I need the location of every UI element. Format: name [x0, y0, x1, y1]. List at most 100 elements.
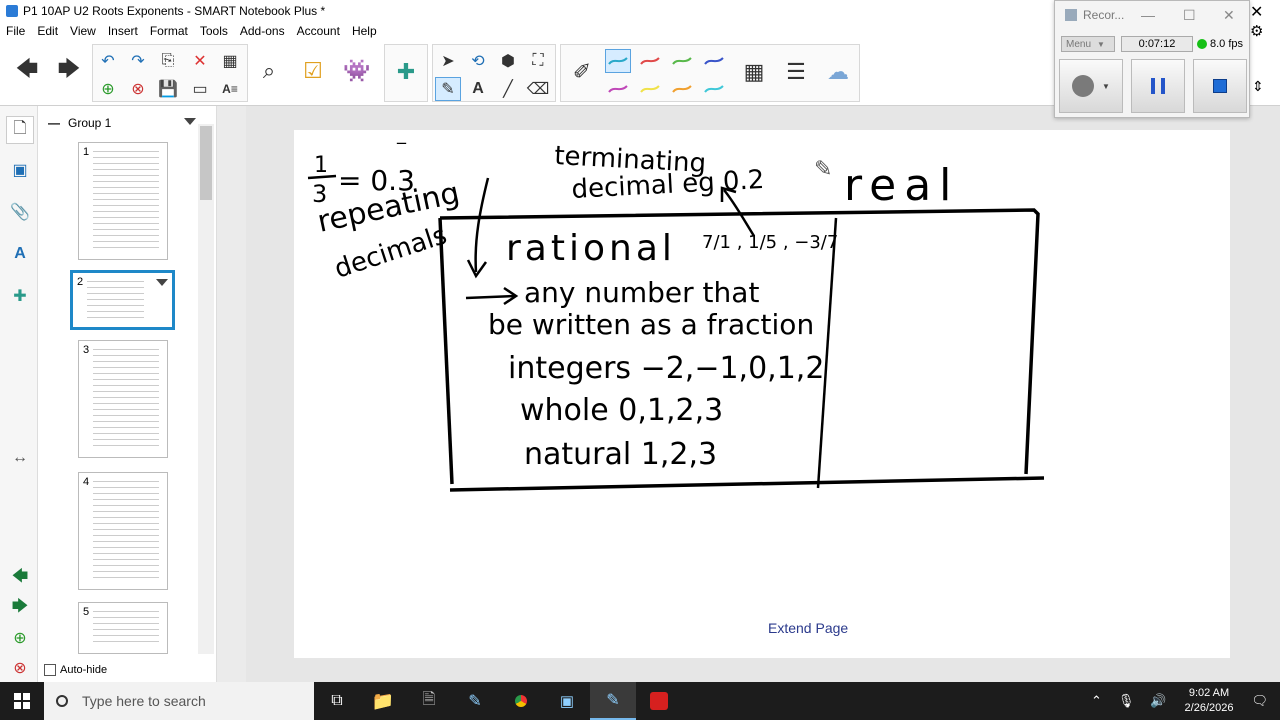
volume-icon[interactable]: 🔊 — [1150, 693, 1166, 709]
page-thumbnail-3[interactable]: 3 — [78, 340, 168, 458]
pause-button[interactable] — [1131, 59, 1185, 113]
menu-view[interactable]: View — [70, 24, 96, 38]
pen-color-orange-icon[interactable] — [669, 77, 695, 101]
notebook-page[interactable]: 1 3 = 0.3 ‾ repeating decimals terminati… — [294, 130, 1230, 658]
ink-integers: integers −2,−1,0,1,2 — [508, 351, 824, 386]
page-sorter-tab-icon[interactable]: 🗋 — [6, 116, 34, 144]
menu-tools[interactable]: Tools — [200, 24, 228, 38]
microphone-icon[interactable]: 🎙 — [1118, 693, 1135, 709]
menu-format[interactable]: Format — [150, 24, 188, 38]
collapse-group-icon[interactable]: — — [48, 116, 60, 130]
delete-icon[interactable]: ✕ — [187, 49, 213, 73]
table-icon[interactable]: ▦ — [217, 49, 243, 73]
document-app-icon[interactable]: 🗎 — [406, 682, 452, 720]
pen-color-magenta-icon[interactable] — [605, 77, 631, 101]
fill-effects-icon[interactable]: ☁ — [821, 47, 855, 97]
move-sidebar-icon[interactable]: ↔ — [6, 444, 34, 472]
extend-page-link[interactable]: Extend Page — [768, 620, 848, 636]
pen-color-yellow-icon[interactable] — [637, 77, 663, 101]
fill-icon[interactable]: ⛶ — [525, 49, 551, 73]
pens-tool-icon[interactable]: ✎ — [435, 77, 461, 101]
settings-gear-icon[interactable]: ⚙ — [1250, 22, 1263, 40]
add-page-icon[interactable]: ⊕ — [95, 77, 121, 101]
previous-page-arrow-icon[interactable]: 🡄 — [10, 46, 44, 96]
menu-help[interactable]: Help — [352, 24, 377, 38]
save-icon[interactable]: 💾 — [155, 77, 181, 101]
acrobat-icon[interactable] — [636, 682, 682, 720]
page-group-header[interactable]: — Group 1 — [48, 114, 198, 132]
file-explorer-icon[interactable]: 📁 — [360, 682, 406, 720]
recorder-menu-dropdown[interactable]: Menu ▼ — [1061, 36, 1115, 52]
pen-color-green-icon[interactable] — [669, 49, 695, 73]
group-menu-arrow-icon[interactable] — [184, 118, 196, 125]
recorder-app-taskbar-icon[interactable]: ▣ — [544, 682, 590, 720]
page-thumbnail-5[interactable]: 5 — [78, 602, 168, 654]
screen-shade-icon[interactable]: ▭ — [187, 77, 213, 101]
page-thumbnail-4[interactable]: 4 — [78, 472, 168, 590]
maximize-icon[interactable]: ☐ — [1183, 7, 1196, 24]
notebook-app-icon[interactable]: ✎ — [452, 682, 498, 720]
chrome-icon[interactable] — [498, 682, 544, 720]
record-button[interactable]: ▼ — [1059, 59, 1123, 113]
record-options-arrow-icon[interactable]: ▼ — [1102, 82, 1110, 91]
menu-account[interactable]: Account — [297, 24, 340, 38]
add-ons-tab-icon[interactable]: ✚ — [6, 282, 34, 310]
pen-color-blue-icon[interactable] — [701, 49, 727, 73]
eraser-icon[interactable]: ⌫ — [525, 77, 551, 101]
properties-tab-icon[interactable]: A — [6, 240, 34, 268]
add-page-side-icon[interactable]: ⊕ — [6, 624, 34, 652]
toolbar-expand-icon[interactable]: ⇕ — [1252, 78, 1264, 95]
task-view-icon[interactable]: ⧉ — [314, 682, 360, 720]
redo-icon[interactable]: ↷ — [125, 49, 151, 73]
sidebar-resize-handle[interactable] — [216, 106, 246, 682]
color-palette-icon[interactable]: ▦ — [737, 47, 771, 97]
text-properties-icon[interactable]: A≡ — [217, 77, 243, 101]
pen-type-icon[interactable]: ✐ — [565, 47, 599, 97]
system-clock[interactable]: 9:02 AM 2/26/2026 — [1185, 686, 1234, 716]
pen-color-aqua-icon[interactable] — [701, 77, 727, 101]
thumbnail-menu-arrow-icon[interactable] — [156, 279, 168, 286]
magic-pen-icon[interactable]: ⟲ — [465, 49, 491, 73]
auto-hide-option[interactable]: Auto-hide — [44, 664, 107, 676]
gallery-tab-icon[interactable]: ▣ — [6, 156, 34, 184]
next-page-icon[interactable]: 🡆 — [6, 594, 34, 622]
text-tool-icon[interactable]: A — [465, 77, 491, 101]
attachments-tab-icon[interactable]: 📎 — [6, 198, 34, 226]
start-button[interactable] — [0, 682, 44, 720]
menu-edit[interactable]: Edit — [37, 24, 58, 38]
activity-builder-icon[interactable]: 👾 — [340, 46, 374, 96]
search-placeholder: Type here to search — [82, 693, 206, 709]
next-page-arrow-icon[interactable]: 🡆 — [52, 46, 86, 96]
delete-page-icon[interactable]: ⊗ — [125, 77, 151, 101]
show-hidden-icons-icon[interactable]: ⌃ — [1091, 693, 1102, 709]
paste-icon[interactable]: ⎘ — [155, 49, 181, 73]
pen-color-red-icon[interactable] — [637, 49, 663, 73]
page-thumbnail-2[interactable]: 2 — [70, 270, 175, 330]
select-pointer-icon[interactable]: ➤ — [435, 49, 461, 73]
line-style-icon[interactable]: ☰ — [779, 47, 813, 97]
scrollbar-thumb[interactable] — [200, 126, 212, 200]
stop-button[interactable] — [1193, 59, 1247, 113]
menu-insert[interactable]: Insert — [108, 24, 138, 38]
window-close-icon[interactable]: ✕ — [1250, 2, 1263, 22]
line-tool-icon[interactable]: ╱ — [495, 77, 521, 101]
previous-page-icon[interactable]: 🡄 — [6, 564, 34, 592]
menu-file[interactable]: File — [6, 24, 25, 38]
sidebar-scrollbar[interactable] — [198, 124, 214, 654]
minimize-icon[interactable]: — — [1141, 7, 1155, 23]
page-thumbnail-1[interactable]: 1 — [78, 142, 168, 260]
pen-color-cyan-icon[interactable] — [605, 49, 631, 73]
auto-hide-checkbox[interactable] — [44, 664, 56, 676]
shapes-icon[interactable]: ⬢ — [495, 49, 521, 73]
close-icon[interactable]: ✕ — [1223, 7, 1235, 24]
taskbar-search-box[interactable]: Type here to search — [44, 682, 314, 720]
add-ons-puzzle-icon[interactable]: ✚ — [389, 47, 423, 97]
menu-add-ons[interactable]: Add-ons — [240, 24, 285, 38]
smart-notebook-taskbar-icon[interactable]: ✎ — [590, 682, 636, 720]
screen-capture-icon[interactable]: ⌕ — [252, 46, 286, 96]
response-assessment-icon[interactable]: ☑ — [296, 46, 330, 96]
undo-icon[interactable]: ↶ — [95, 49, 121, 73]
thumbnail-content — [93, 481, 159, 581]
delete-page-side-icon[interactable]: ⊗ — [6, 654, 34, 682]
notifications-icon[interactable]: 🗨 — [1251, 693, 1268, 709]
